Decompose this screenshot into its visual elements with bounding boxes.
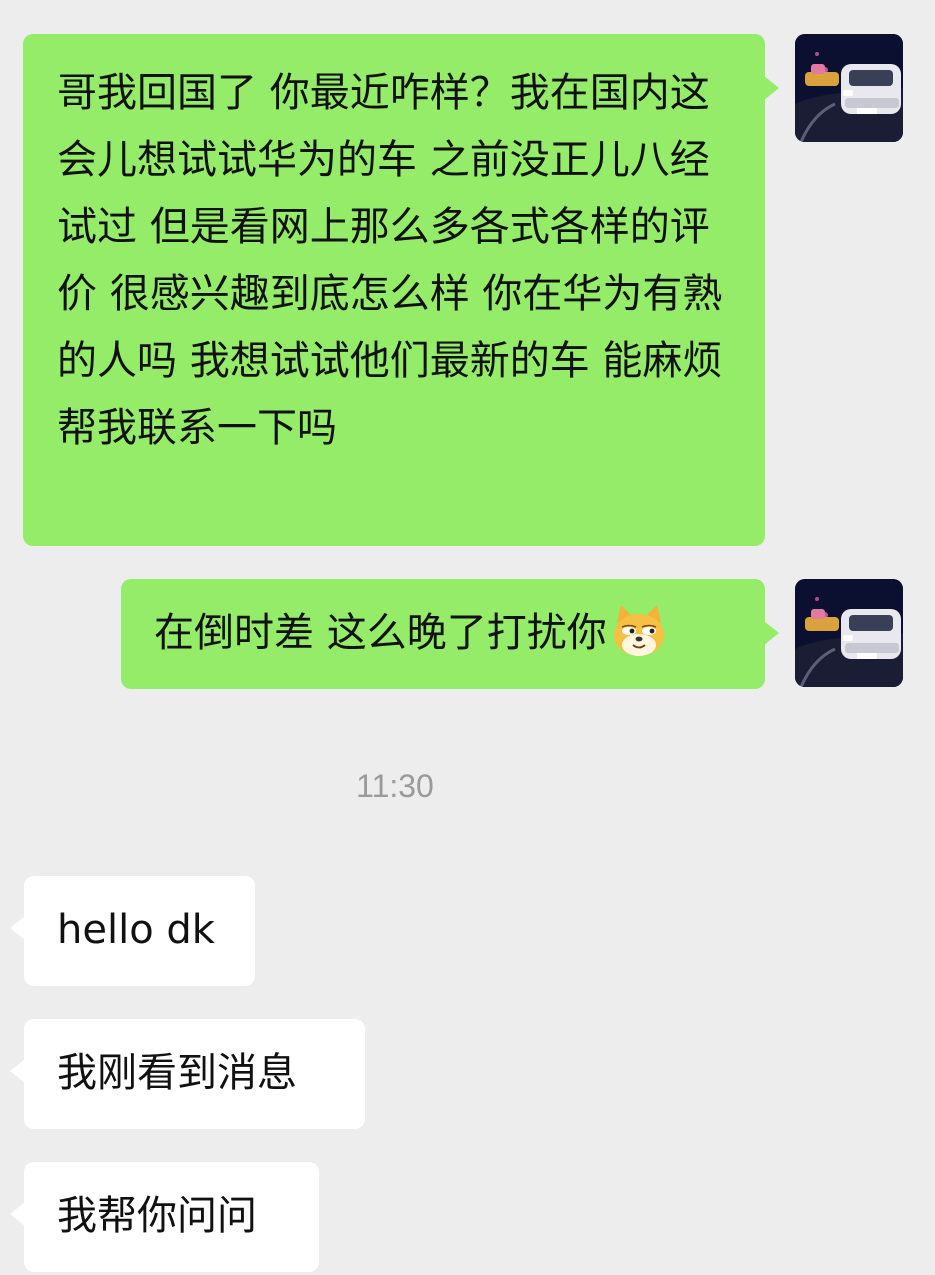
bubble-tail <box>10 1202 25 1226</box>
message-bubble-incoming[interactable]: 我刚看到消息 <box>10 1019 365 1129</box>
bubble-tail <box>764 76 779 100</box>
bubble-tail <box>764 621 779 645</box>
message-text: 在倒时差 这么晚了打扰你 <box>154 610 607 656</box>
message-bubble-incoming[interactable]: 我帮你问问 <box>10 1162 319 1272</box>
user-avatar[interactable] <box>795 34 903 142</box>
message-timestamp: 11:30 <box>356 768 434 804</box>
doge-emoji-icon <box>611 603 667 659</box>
message-bubble-incoming[interactable]: hello dk <box>10 876 255 986</box>
car-night-avatar-icon <box>795 34 903 142</box>
bubble-tail <box>10 916 25 940</box>
message-text: 我帮你问问 <box>57 1193 257 1239</box>
message-text: 哥我回国了 你最近咋样？我在国内这会儿想试试华为的车 之前没正儿八经试过 但是看… <box>57 70 723 451</box>
chat-window: 哥我回国了 你最近咋样？我在国内这会儿想试试华为的车 之前没正儿八经试过 但是看… <box>0 0 935 1275</box>
message-text: 我刚看到消息 <box>57 1050 297 1096</box>
bubble-tail <box>10 1059 25 1083</box>
message-bubble-outgoing[interactable]: 在倒时差 这么晚了打扰你 <box>121 579 779 689</box>
car-night-avatar-icon <box>795 579 903 687</box>
message-bubble-outgoing[interactable]: 哥我回国了 你最近咋样？我在国内这会儿想试试华为的车 之前没正儿八经试过 但是看… <box>23 34 779 546</box>
message-text: hello dk <box>57 907 215 953</box>
user-avatar[interactable] <box>795 579 903 687</box>
